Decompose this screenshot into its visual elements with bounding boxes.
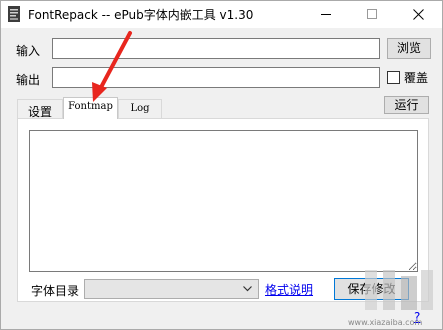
output-label: 输出 bbox=[16, 73, 41, 87]
input-path-field[interactable] bbox=[52, 38, 380, 59]
chevron-down-icon bbox=[243, 286, 252, 292]
overwrite-checkbox[interactable] bbox=[387, 71, 400, 84]
maximize-button[interactable] bbox=[350, 1, 396, 28]
tab-log-label: Log bbox=[130, 103, 150, 114]
overwrite-label[interactable]: 覆盖 bbox=[404, 69, 428, 86]
font-dir-dropdown[interactable] bbox=[84, 279, 259, 299]
input-label: 输入 bbox=[16, 44, 41, 58]
font-dir-label: 字体目录 bbox=[31, 284, 80, 298]
tab-log[interactable]: Log bbox=[118, 99, 162, 119]
window-title: FontRepack -- ePub字体内嵌工具 v1.30 bbox=[28, 8, 254, 22]
minimize-button[interactable] bbox=[304, 1, 350, 28]
run-button[interactable]: 运行 bbox=[384, 96, 429, 114]
tab-fontmap[interactable]: Fontmap bbox=[63, 97, 118, 119]
output-path-field[interactable] bbox=[52, 67, 380, 88]
close-icon bbox=[413, 9, 424, 20]
format-help-link[interactable]: 格式说明 bbox=[265, 281, 313, 298]
minimize-icon bbox=[321, 14, 331, 15]
app-icon bbox=[8, 6, 20, 22]
maximize-icon bbox=[367, 9, 377, 19]
browse-button[interactable]: 浏览 bbox=[387, 38, 431, 59]
watermark-text: www.xiazaiba.com bbox=[348, 318, 423, 327]
fontmap-textarea[interactable] bbox=[29, 130, 418, 272]
tab-settings[interactable]: 设置 bbox=[17, 99, 63, 119]
close-button[interactable] bbox=[396, 1, 442, 28]
title-bar[interactable]: FontRepack -- ePub字体内嵌工具 v1.30 bbox=[1, 1, 442, 28]
tab-fontmap-label: Fontmap bbox=[68, 101, 113, 112]
